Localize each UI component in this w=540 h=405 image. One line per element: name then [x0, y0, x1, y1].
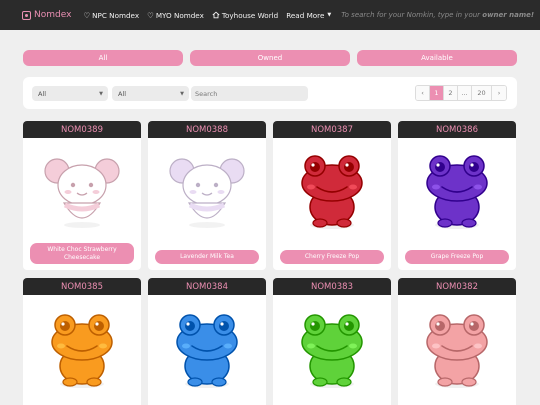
nomkin-card[interactable]: NOM0385: [23, 278, 141, 405]
nomkin-card[interactable]: NOM0388 Lavender Milk Tea: [148, 121, 266, 270]
nav-npc-nomdex-label: NPC Nomdex: [92, 10, 140, 20]
category-select-value: All: [118, 89, 127, 98]
chevron-down-icon: ▼: [99, 90, 103, 97]
card-id: NOM0382: [398, 278, 516, 295]
card-image: [301, 155, 363, 229]
nomkin-card[interactable]: NOM0389 White Choc Strawberry Cheesecake: [23, 121, 141, 270]
nav-toyhouse-world-label: Toyhouse World: [221, 10, 279, 20]
nomkin-card[interactable]: NOM0386 Grape Freeze Pop: [398, 121, 516, 270]
chevron-down-icon: ▼: [180, 90, 184, 97]
card-image: [44, 158, 120, 228]
nav-search-hint-text: To search for your Nomkin, type in your: [341, 11, 483, 19]
nav-npc-nomdex[interactable]: ♡ NPC Nomdex: [83, 11, 139, 20]
page-prev-button[interactable]: ‹: [416, 86, 430, 100]
card-image: [51, 314, 113, 388]
card-id: NOM0384: [148, 278, 266, 295]
caret-down-icon: ▼: [327, 12, 332, 18]
filter-tabs: All Owned Available: [23, 50, 517, 66]
nomkin-card[interactable]: NOM0387 Cherry Freeze Pop: [273, 121, 391, 270]
card-id: NOM0388: [148, 121, 266, 138]
card-name-button[interactable]: White Choc Strawberry Cheesecake: [30, 243, 134, 264]
card-name-button[interactable]: Cherry Freeze Pop: [280, 250, 384, 264]
nav-toyhouse-world[interactable]: Toyhouse World: [212, 11, 278, 20]
nav-myo-nomdex-label: MYO Nomdex: [155, 10, 204, 20]
card-id: NOM0385: [23, 278, 141, 295]
heart-outline-icon: ♡: [147, 10, 154, 20]
page-2-button[interactable]: 2: [444, 86, 458, 100]
brand-label: Nomdex: [34, 10, 72, 20]
card-id: NOM0386: [398, 121, 516, 138]
nomkin-card[interactable]: NOM0382: [398, 278, 516, 405]
page-ellipsis: ...: [458, 86, 472, 100]
card-id: NOM0387: [273, 121, 391, 138]
pagination: ‹ 1 2 ... 20 ›: [415, 85, 507, 101]
card-name-button[interactable]: Grape Freeze Pop: [405, 250, 509, 264]
house-icon: [212, 11, 220, 19]
card-image: [176, 314, 238, 388]
search-input[interactable]: Search: [191, 86, 308, 101]
card-name-button[interactable]: Lavender Milk Tea: [155, 250, 259, 264]
card-image: [426, 155, 488, 229]
card-id: NOM0383: [273, 278, 391, 295]
category-select[interactable]: All ▼: [112, 86, 189, 101]
species-select[interactable]: All ▼: [32, 86, 108, 101]
filter-available-button[interactable]: Available: [357, 50, 517, 66]
card-image: [426, 314, 488, 388]
calendar-icon: [22, 10, 31, 20]
top-navbar: Nomdex ♡ NPC Nomdex ♡ MYO Nomdex Toyhous…: [0, 0, 540, 30]
nomkin-card[interactable]: NOM0383: [273, 278, 391, 405]
nav-search-hint[interactable]: To search for your Nomkin, type in your …: [341, 11, 534, 19]
nav-read-more-label: Read More: [286, 10, 325, 20]
card-image: [169, 158, 245, 228]
page-20-button[interactable]: 20: [472, 86, 492, 100]
card-image: [301, 314, 363, 388]
filter-all-button[interactable]: All: [23, 50, 183, 66]
page-next-button[interactable]: ›: [492, 86, 506, 100]
heart-outline-icon: ♡: [83, 10, 91, 20]
filter-owned-button[interactable]: Owned: [190, 50, 350, 66]
search-panel: All ▼ All ▼ Search ‹ 1 2 ... 20 ›: [23, 77, 517, 109]
nav-read-more-dropdown[interactable]: Read More ▼: [286, 11, 331, 20]
nav-search-hint-emphasis: owner name!: [482, 11, 535, 19]
species-select-value: All: [38, 89, 47, 98]
page-1-button[interactable]: 1: [430, 86, 444, 100]
card-id: NOM0389: [23, 121, 141, 138]
nomkin-card[interactable]: NOM0384: [148, 278, 266, 405]
nav-myo-nomdex[interactable]: ♡ MYO Nomdex: [147, 11, 204, 20]
brand-link[interactable]: Nomdex: [22, 10, 71, 20]
